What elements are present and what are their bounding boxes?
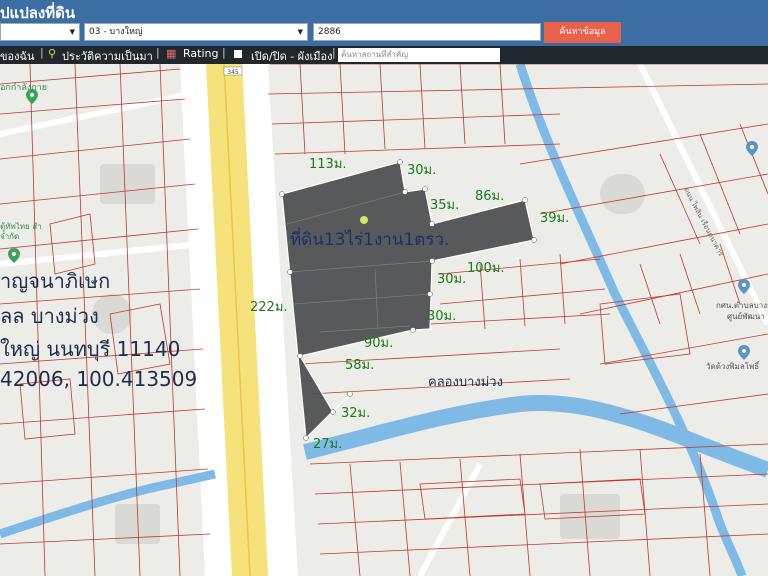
measurement-label: 30ม.	[437, 272, 467, 287]
zoning-toggle-checkbox[interactable]	[234, 50, 242, 58]
measurement-label: 222ม.	[250, 300, 288, 315]
history-icon: ⚲	[48, 47, 57, 60]
measurement-label: 113ม.	[309, 157, 347, 172]
highway-shield: 345	[227, 69, 239, 76]
toolbar: ของฉัน | ⚲ ประวัติความเป็นมา | ▦ Rating …	[0, 46, 768, 64]
plot-center-marker	[360, 216, 368, 224]
district-select[interactable]: 03 - บางใหญ่ ▼	[84, 23, 308, 41]
measurement-label: 27ม.	[313, 437, 343, 452]
search-button[interactable]: ค้นหาข้อมูล	[544, 22, 621, 43]
address-line: ลล บางม่วง	[0, 304, 99, 328]
measurement-label: 30ม.	[407, 163, 437, 178]
measurement-label: 39ม.	[540, 211, 570, 226]
map-canvas[interactable]: 345	[0, 64, 768, 576]
place-label: ตู้ทัพไทย สำ จำกัด	[0, 222, 42, 241]
toolbar-history-link[interactable]: ประวัติความเป็นมา	[62, 47, 153, 65]
header-bar: ปแปลงที่ดิน ▼ 03 - บางใหญ่ ▼ 2886 ค้นหาข…	[0, 0, 768, 46]
place-label: อกกำลังกาย	[0, 83, 48, 93]
page-title: ปแปลงที่ดิน	[0, 4, 76, 22]
coordinates-line: 42006, 100.413509	[0, 367, 198, 391]
measurement-label: 86ม.	[475, 189, 505, 204]
measurement-label: 100ม.	[467, 261, 505, 276]
rating-chart-icon: ▦	[166, 47, 177, 60]
toolbar-divider: |	[222, 46, 226, 59]
measurement-label: 35ม.	[430, 198, 460, 213]
toolbar-divider: |	[156, 46, 160, 59]
address-line: าญจนาภิเษก	[0, 269, 111, 293]
canal-label: คลองบางม่วง	[428, 375, 503, 390]
chevron-down-icon: ▼	[69, 28, 75, 36]
parcel-number-input[interactable]: 2886	[313, 23, 541, 41]
toolbar-divider: |	[40, 46, 44, 59]
place-label: ศูนย์พัฒนา	[727, 312, 765, 321]
measurement-label: 32ม.	[341, 406, 371, 421]
toolbar-owner-link[interactable]: ของฉัน	[0, 47, 35, 65]
toolbar-divider: |	[332, 46, 336, 59]
plot-area-label: ที่ดิน13ไร่1งาน1ตรว.	[290, 230, 450, 250]
landmark-search-input[interactable]: ค้นหาสถานที่สำคัญ	[338, 48, 500, 62]
province-select[interactable]: ▼	[0, 23, 80, 41]
toolbar-zoning-toggle-label[interactable]: เปิด/ปิด - ผังเมือง	[251, 47, 333, 65]
measurement-label: 30ม.	[427, 309, 457, 324]
measurement-label: 90ม.	[364, 336, 394, 351]
place-label: วัดต้วงพิมลโพธิ์	[706, 362, 760, 371]
measurement-label: 58ม.	[345, 358, 375, 373]
toolbar-rating-link[interactable]: Rating	[183, 47, 218, 60]
district-select-value: 03 - บางใหญ่	[89, 27, 143, 37]
address-line: ใหญ่ นนทบุรี 11140	[0, 337, 181, 361]
chevron-down-icon: ▼	[297, 28, 303, 36]
